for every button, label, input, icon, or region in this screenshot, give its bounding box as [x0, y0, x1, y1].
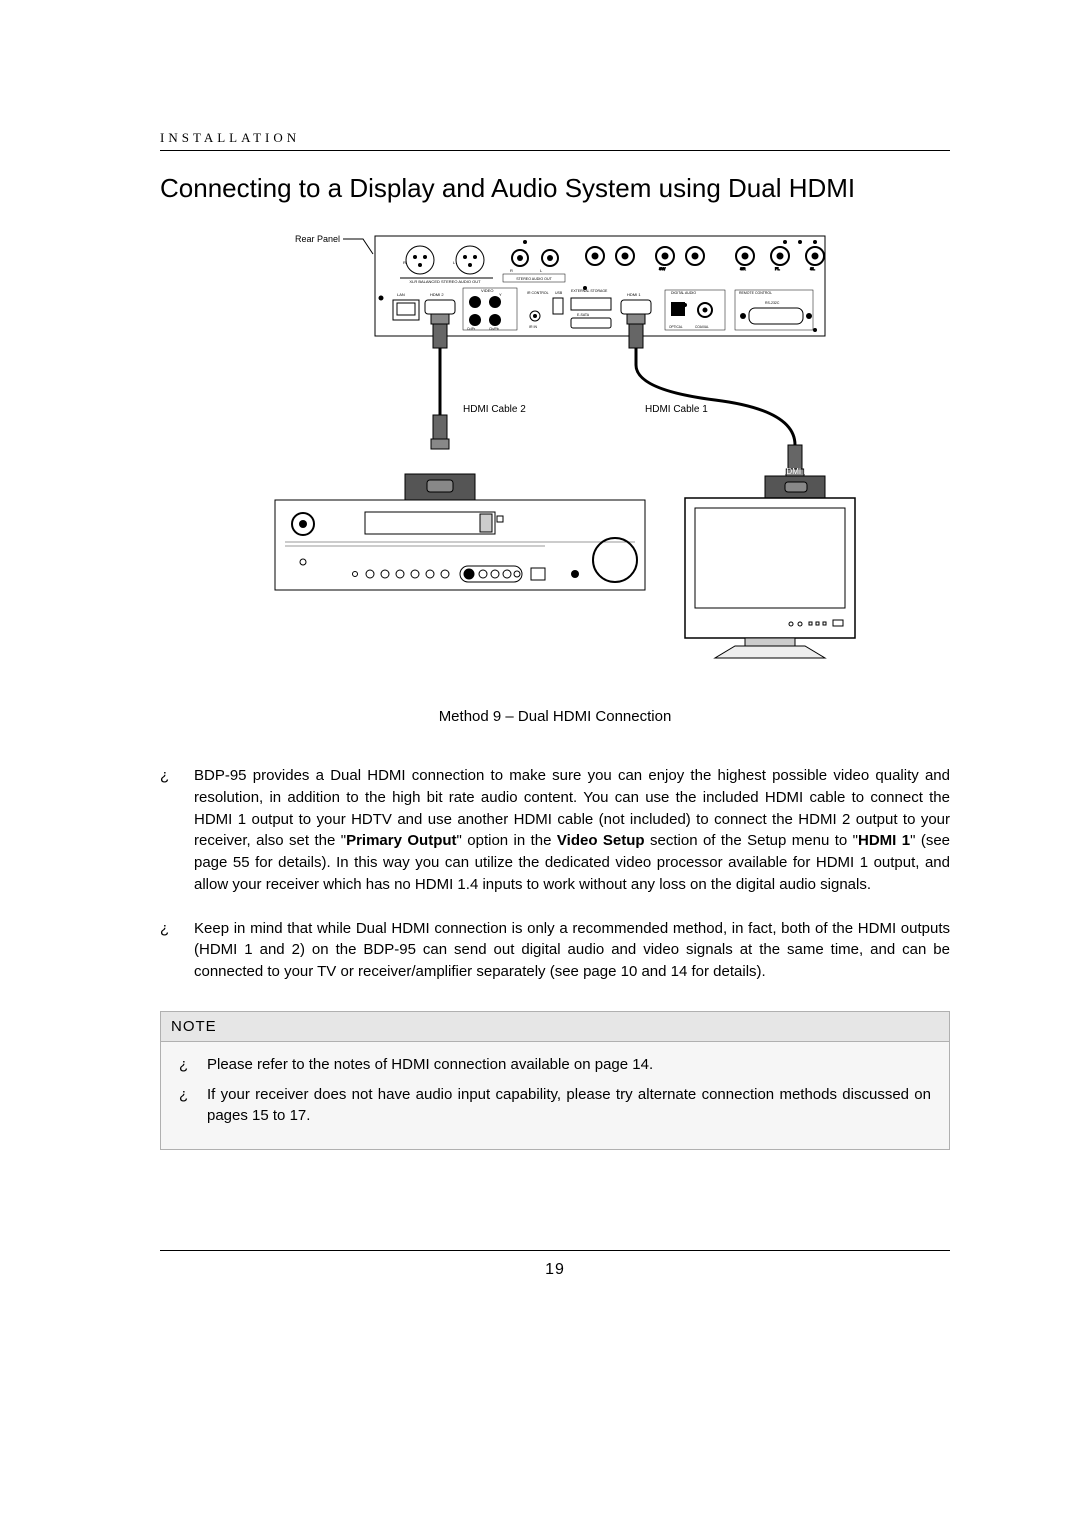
- svg-text:IR CONTROL: IR CONTROL: [527, 291, 549, 295]
- screw-icon: [379, 296, 384, 301]
- tv-display: HDMI IN: [685, 467, 855, 658]
- footer-rule: [160, 1250, 950, 1251]
- body-item-2: ¿ Keep in mind that while Dual HDMI conn…: [160, 918, 950, 983]
- svg-text:OPTICAL: OPTICAL: [669, 325, 683, 329]
- bullet-icon: ¿: [160, 918, 169, 940]
- svg-text:LAN: LAN: [397, 292, 405, 297]
- svg-text:RS-232C: RS-232C: [765, 301, 780, 305]
- leader-line: [343, 239, 373, 254]
- svg-text:SR: SR: [740, 266, 746, 271]
- note-item-2: ¿ If your receiver does not have audio i…: [179, 1084, 931, 1128]
- svg-text:FL: FL: [775, 266, 780, 271]
- body-text: BDP-95 provides a Dual HDMI connection t…: [194, 767, 950, 893]
- svg-text:USB: USB: [555, 291, 563, 295]
- hdmi-cable-1: HDMI Cable 1: [627, 314, 804, 479]
- svg-text:HDMI IN: HDMI IN: [781, 467, 812, 476]
- body-item-1: ¿ BDP-95 provides a Dual HDMI connection…: [160, 765, 950, 896]
- svg-text:STEREO AUDIO OUT: STEREO AUDIO OUT: [516, 277, 552, 281]
- screw-icon: [798, 240, 802, 244]
- svg-text:HDMI 1: HDMI 1: [627, 292, 641, 297]
- screw-icon: [813, 328, 817, 332]
- note-text: If your receiver does not have audio inp…: [207, 1086, 931, 1125]
- svg-text:R: R: [510, 268, 513, 273]
- svg-text:XLR BALANCED STEREO AUDIO OUT: XLR BALANCED STEREO AUDIO OUT: [409, 279, 481, 284]
- svg-text:E-SATA: E-SATA: [577, 313, 590, 317]
- connection-diagram: Rear Panel R L XLR BALANCED STE: [160, 230, 950, 690]
- note-item-1: ¿ Please refer to the notes of HDMI conn…: [179, 1054, 931, 1076]
- body-text: Keep in mind that while Dual HDMI connec…: [194, 920, 950, 981]
- bullet-icon: ¿: [179, 1054, 188, 1076]
- page-number: 19: [160, 1261, 950, 1279]
- svg-text:Cb/Pb: Cb/Pb: [489, 327, 499, 331]
- body-paragraphs: ¿ BDP-95 provides a Dual HDMI connection…: [160, 765, 950, 983]
- diagram-svg: Rear Panel R L XLR BALANCED STE: [245, 230, 865, 690]
- svg-text:VIDEO: VIDEO: [481, 288, 493, 293]
- bullet-icon: ¿: [179, 1084, 188, 1106]
- svg-text:SL: SL: [810, 266, 816, 271]
- note-body: ¿ Please refer to the notes of HDMI conn…: [161, 1042, 949, 1149]
- section-rule: [160, 150, 950, 151]
- note-heading: NOTE: [161, 1012, 949, 1042]
- svg-text:COAXIAL: COAXIAL: [695, 325, 709, 329]
- svg-text:HDMI Cable 2: HDMI Cable 2: [463, 404, 526, 415]
- page: INSTALLATION Connecting to a Display and…: [0, 0, 1080, 1279]
- svg-text:R: R: [403, 260, 406, 265]
- page-title: Connecting to a Display and Audio System…: [160, 173, 950, 204]
- svg-text:Y: Y: [499, 292, 502, 297]
- svg-text:DIGITAL AUDIO: DIGITAL AUDIO: [671, 291, 696, 295]
- svg-text:Cr/Pr: Cr/Pr: [467, 327, 476, 331]
- svg-text:SW: SW: [659, 266, 666, 271]
- note-text: Please refer to the notes of HDMI connec…: [207, 1056, 653, 1073]
- svg-text:HDMI IN: HDMI IN: [425, 464, 456, 473]
- svg-text:IR IN: IR IN: [529, 325, 537, 329]
- svg-text:REMOTE CONTROL: REMOTE CONTROL: [739, 291, 772, 295]
- av-receiver: HDMI IN: [275, 464, 645, 590]
- note-block: NOTE ¿ Please refer to the notes of HDMI…: [160, 1011, 950, 1150]
- section-header: INSTALLATION: [160, 130, 950, 146]
- rear-panel-label: Rear Panel: [295, 234, 340, 244]
- svg-text:HDMI Cable 1: HDMI Cable 1: [645, 404, 708, 415]
- svg-text:HDMI 2: HDMI 2: [430, 292, 444, 297]
- svg-text:EXTERNAL STORAGE: EXTERNAL STORAGE: [571, 289, 608, 293]
- screw-icon: [783, 240, 787, 244]
- screw-icon: [813, 240, 817, 244]
- screw-icon: [523, 240, 527, 244]
- bullet-icon: ¿: [160, 765, 169, 787]
- figure-caption: Method 9 – Dual HDMI Connection: [160, 708, 950, 725]
